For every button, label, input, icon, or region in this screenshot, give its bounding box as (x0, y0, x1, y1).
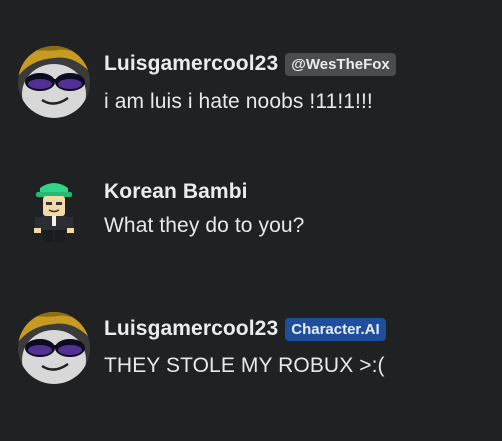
message-header: Luisgamercool23 Character.AI (104, 317, 386, 341)
roblox-avatar-sunglasses-icon (18, 312, 90, 384)
author-name[interactable]: Korean Bambi (104, 180, 248, 204)
message-text: i am luis i hate noobs !11!1!!! (104, 90, 373, 113)
author-name[interactable]: Luisgamercool23 (104, 52, 278, 76)
message-text: THEY STOLE MY ROBUX >:( (104, 354, 385, 377)
username-badge[interactable]: @WesTheFox (285, 52, 396, 76)
roblox-character-green-cap-icon (18, 176, 90, 248)
message-header: Korean Bambi (104, 180, 248, 204)
roblox-avatar-sunglasses-icon (18, 46, 90, 118)
message-text: What they do to you? (104, 214, 305, 237)
avatar-luisgamercool23[interactable] (18, 312, 90, 384)
author-name[interactable]: Luisgamercool23 (104, 317, 278, 341)
avatar-luisgamercool23[interactable] (18, 46, 90, 118)
avatar-korean-bambi[interactable] (18, 176, 90, 248)
message-header: Luisgamercool23 @WesTheFox (104, 52, 396, 76)
ai-badge: Character.AI (285, 317, 386, 341)
